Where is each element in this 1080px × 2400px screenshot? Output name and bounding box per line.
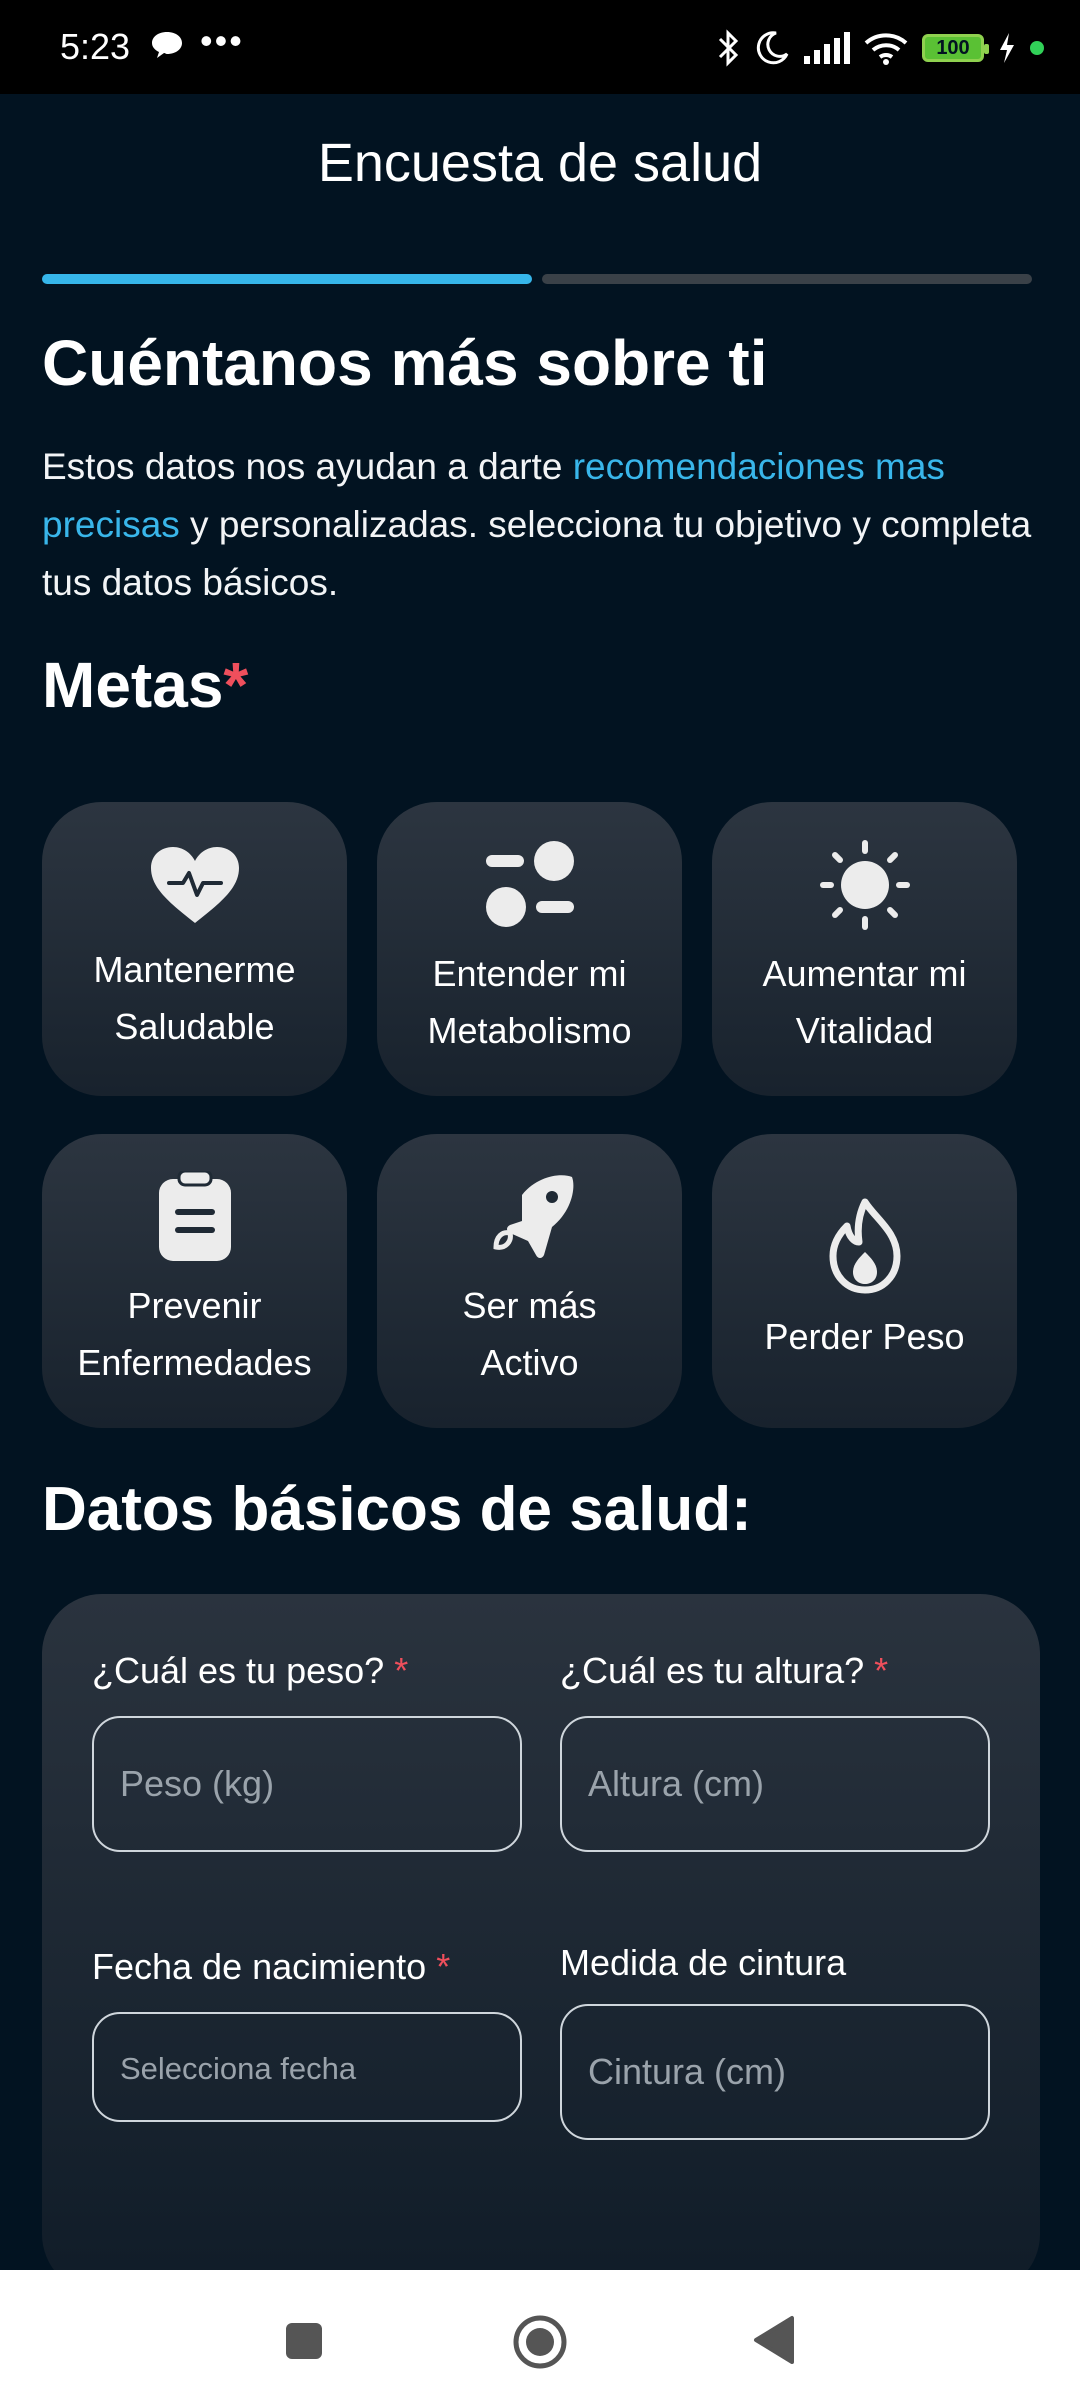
waist-input[interactable]	[560, 2004, 990, 2140]
system-nav-bar	[0, 2270, 1080, 2400]
clipboard-icon	[158, 1171, 231, 1261]
goal-label-line2: Activo	[480, 1342, 579, 1383]
rocket-icon	[492, 1175, 573, 1258]
signal-icon	[804, 32, 850, 64]
section-heading: Cuéntanos más sobre ti	[42, 327, 768, 399]
goal-ser-mas-activo[interactable]: Ser más Activo	[377, 1134, 682, 1428]
birthdate-picker[interactable]	[92, 2012, 522, 2122]
status-icons: 100	[716, 26, 1044, 70]
goal-label-line1: Mantenerme	[93, 949, 296, 990]
goal-label-line1: Aumentar mi	[762, 953, 967, 994]
status-bar: 5:23 ••• 100	[0, 0, 1080, 94]
page-title: Encuesta de salud	[317, 133, 763, 193]
required-mark: *	[394, 1650, 409, 1691]
battery-icon: 100	[922, 34, 989, 62]
metabolism-icon	[485, 841, 574, 927]
required-mark: *	[874, 1650, 889, 1691]
goal-label-line2: Metabolismo	[427, 1010, 632, 1051]
moon-icon	[756, 31, 789, 65]
bluetooth-icon	[718, 29, 739, 67]
basic-data-title: Datos básicos de salud:	[42, 1475, 752, 1544]
required-mark: *	[223, 649, 249, 721]
goal-mantenerme-saludable[interactable]: Mantenerme Saludable	[42, 802, 347, 1096]
intro-text: Estos datos nos ayudan a darte recomenda…	[42, 438, 1042, 612]
status-time: 5:23	[60, 26, 131, 67]
basic-data-card: ¿Cuál es tu peso? * ¿Cuál es tu altura? …	[42, 1594, 1040, 2294]
weight-input[interactable]	[92, 1716, 522, 1852]
goal-label-line1: Perder Peso	[764, 1315, 965, 1357]
sun-icon	[819, 840, 910, 930]
waist-label: Medida de cintura	[560, 1942, 847, 1983]
height-label: ¿Cuál es tu altura? *	[560, 1650, 889, 1691]
intro-text-part-2: y personalizadas. selecciona tu objetivo…	[42, 504, 1032, 603]
goal-entender-metabolismo[interactable]: Entender mi Metabolismo	[377, 802, 682, 1096]
intro-text-part-1: Estos datos nos ayudan a darte	[42, 446, 573, 487]
height-input[interactable]	[560, 1716, 990, 1852]
heart-pulse-icon	[150, 847, 239, 923]
goal-label-line2: Saludable	[114, 1006, 275, 1047]
goal-label-line2: Enfermedades	[77, 1342, 312, 1383]
goal-perder-peso[interactable]: Perder Peso	[712, 1134, 1017, 1428]
goal-label-line1: Ser más	[462, 1285, 597, 1326]
more-notifications-icon: •••	[200, 20, 244, 61]
charging-icon	[1000, 33, 1014, 63]
recent-apps-button[interactable]	[286, 2323, 322, 2359]
message-icon	[152, 32, 182, 58]
goal-label-line1: Prevenir	[127, 1285, 262, 1326]
fire-icon	[829, 1198, 900, 1293]
home-button[interactable]	[512, 2314, 568, 2370]
required-mark: *	[436, 1946, 451, 1987]
goals-title: Metas*	[42, 648, 248, 722]
goal-label-line1: Entender mi	[432, 953, 627, 994]
birthdate-label: Fecha de nacimiento *	[92, 1946, 451, 1987]
progress-segment-completed	[42, 274, 532, 284]
weight-label: ¿Cuál es tu peso? *	[92, 1650, 409, 1691]
goals-grid: Mantenerme Saludable Entender mi Metabol…	[42, 802, 1042, 1428]
goal-label-line2: Vitalidad	[795, 1010, 934, 1051]
back-button[interactable]	[752, 2314, 796, 2366]
wifi-icon	[864, 33, 908, 65]
privacy-dot	[1030, 41, 1044, 55]
goal-prevenir-enfermedades[interactable]: Prevenir Enfermedades	[42, 1134, 347, 1428]
progress-segment-remaining	[542, 274, 1032, 284]
goal-aumentar-vitalidad[interactable]: Aumentar mi Vitalidad	[712, 802, 1017, 1096]
goals-title-text: Metas	[42, 649, 224, 721]
